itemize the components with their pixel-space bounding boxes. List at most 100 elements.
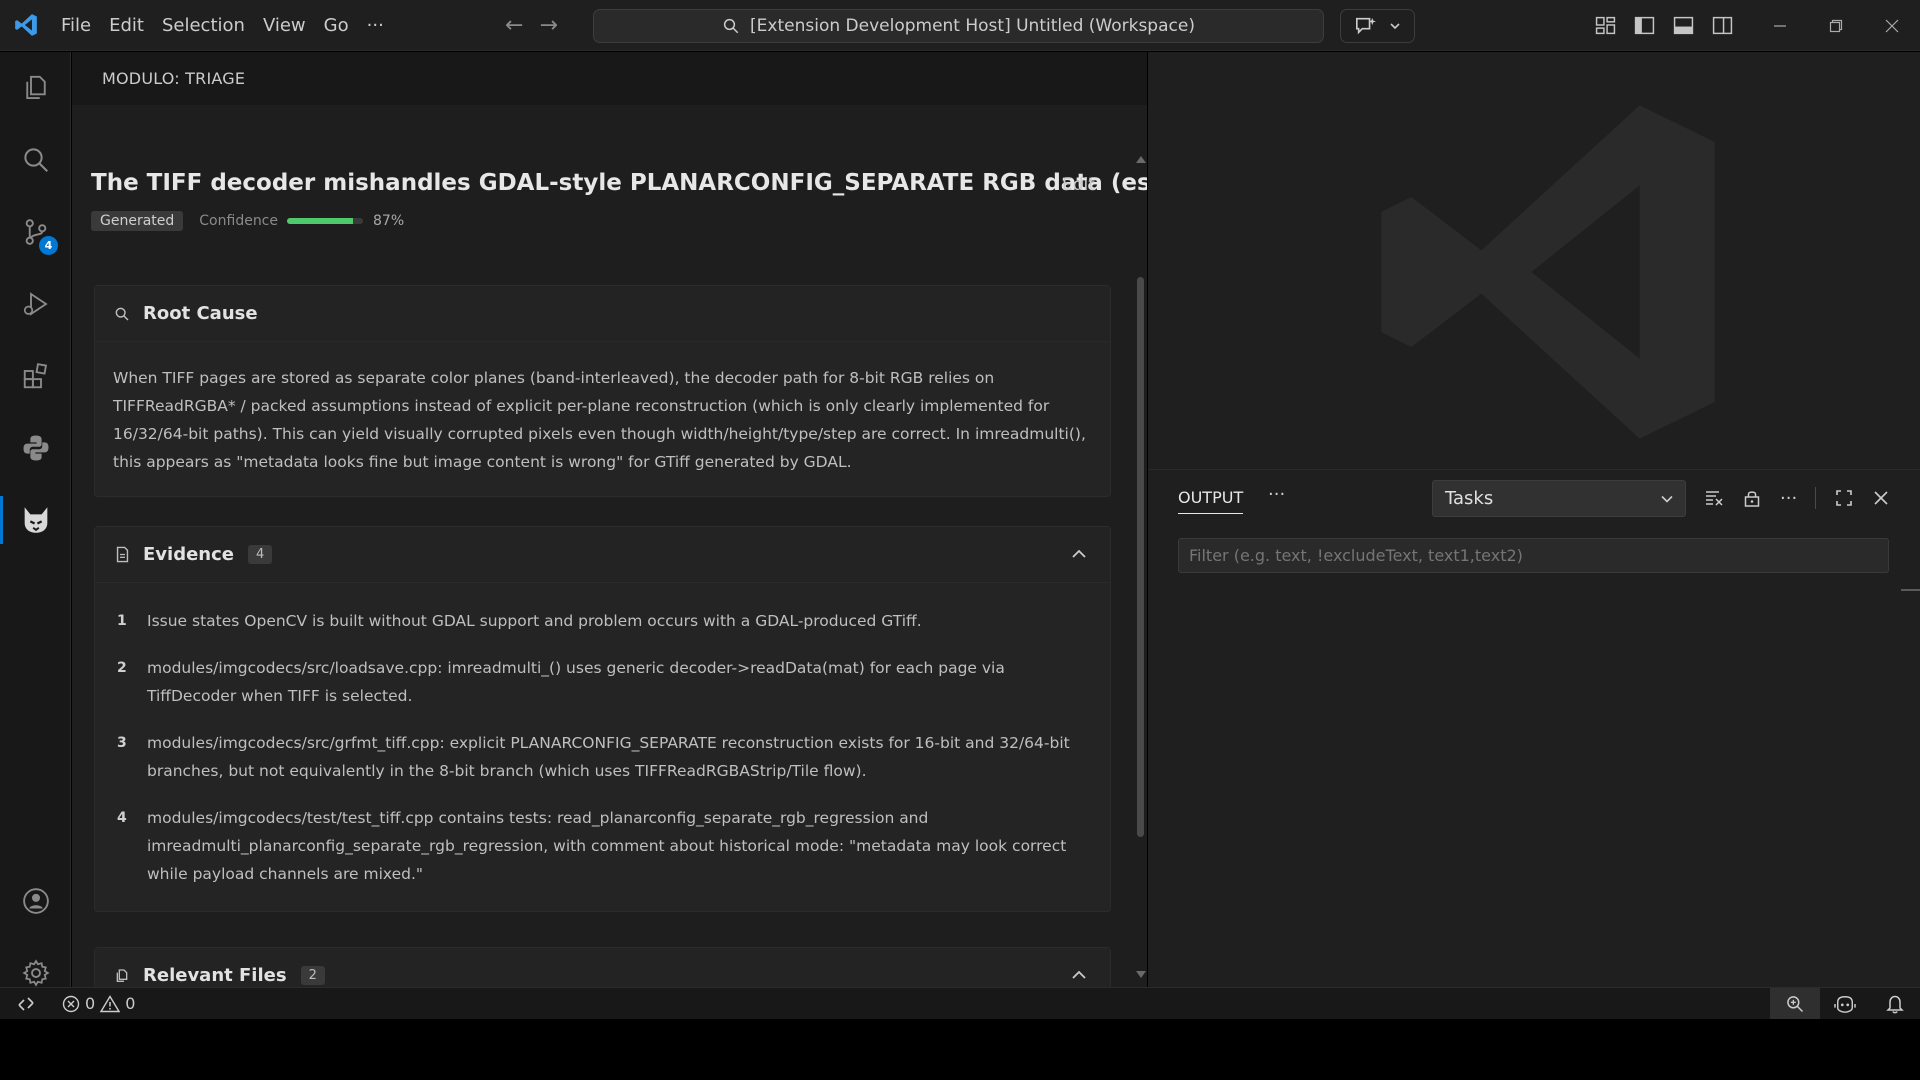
root-cause-text: When TIFF pages are stored as separate c… [113,369,1086,471]
menu-selection[interactable]: Selection [153,0,254,51]
maximize-panel-icon[interactable] [1834,488,1854,508]
warning-icon [100,994,121,1012]
relevant-files-title: Relevant Files [143,965,287,986]
title-bar: File Edit Selection View Go ··· ← → [Ext… [0,0,1920,51]
chat-button[interactable] [1340,9,1415,43]
root-cause-title: Root Cause [143,303,258,324]
issue-title: The TIFF decoder mishandles GDAL-style P… [91,170,1147,196]
search-icon [723,18,739,34]
window-controls [1752,0,1920,51]
clear-output-icon[interactable] [1704,488,1724,508]
output-filter-input[interactable] [1178,538,1889,573]
root-cause-header: Root Cause [95,286,1110,342]
restore-icon[interactable] [1808,0,1864,51]
edit-button[interactable]: Edit [1062,175,1095,195]
evidence-header[interactable]: Evidence 4 [95,527,1110,583]
output-channel-select[interactable]: Tasks [1432,480,1686,517]
activity-bar: 4 [0,52,71,987]
files-icon [113,967,131,985]
close-panel-icon[interactable] [1872,489,1890,507]
triage-webview-panel: MODULO: TRIAGE The TIFF decoder mishandl… [72,52,1147,987]
source-control-badge: 4 [39,236,58,255]
output-actions: ··· [1704,480,1890,516]
output-panel: OUTPUT ··· Tasks ··· [1148,469,1920,987]
close-window-icon[interactable] [1864,0,1920,51]
menu-file[interactable]: File [52,0,100,51]
panel-scrollbar[interactable] [1134,105,1147,987]
output-channel-value: Tasks [1445,488,1494,509]
warning-count: 0 [125,994,136,1013]
screen-letterbox [0,1019,1920,1080]
python-icon[interactable] [0,418,71,478]
run-debug-icon[interactable] [0,274,71,334]
vscode-watermark-icon [1381,105,1715,439]
toggle-secondary-sidebar-icon[interactable] [1712,15,1733,36]
command-center[interactable]: [Extension Development Host] Untitled (W… [593,9,1324,43]
menu-bar: File Edit Selection View Go ··· [52,0,393,51]
output-more-button[interactable]: ··· [1268,484,1285,505]
command-center-label: [Extension Development Host] Untitled (W… [750,16,1195,36]
menu-edit[interactable]: Edit [100,0,153,51]
error-icon [62,995,80,1012]
evidence-card: Evidence 4 1 Issue states OpenCV is built… [94,526,1111,912]
list-item: 3 modules/imgcodecs/src/grfmt_tiff.cpp: e… [117,734,1070,780]
evidence-list: 1 Issue states OpenCV is built without GD… [95,583,1110,911]
error-count: 0 [85,994,96,1013]
root-cause-card: Root Cause When TIFF pages are stored as… [94,285,1111,497]
copilot-icon[interactable] [1820,988,1870,1020]
search-icon[interactable] [0,130,71,190]
status-right [1770,988,1920,1020]
chevron-up-icon[interactable] [1070,545,1088,567]
problems-indicator[interactable]: 0 0 [62,994,135,1013]
generated-tag: Generated [91,211,184,231]
relevant-files-header[interactable]: Relevant Files 2 [95,948,1110,987]
navigation-arrows: ← → [505,0,558,51]
toggle-primary-sidebar-icon[interactable] [1634,15,1655,36]
evidence-count-badge: 4 [247,545,273,564]
menu-view[interactable]: View [254,0,315,51]
accounts-icon[interactable] [0,871,71,931]
menu-more[interactable]: ··· [358,0,393,51]
remote-indicator-icon[interactable] [0,988,52,1020]
chat-sparkle-icon [1356,17,1376,35]
chevron-up-icon[interactable] [1070,966,1088,987]
forward-arrow-icon[interactable]: → [539,13,557,38]
status-bar: 0 0 [0,987,1920,1020]
confidence-label: Confidence [199,213,278,229]
list-item: 2 modules/imgcodecs/src/loadsave.cpp: imr… [117,659,1005,705]
panel-header: MODULO: TRIAGE [72,52,1147,105]
back-arrow-icon[interactable]: ← [505,13,523,38]
confidence-bar [287,218,363,224]
divider [1815,487,1817,509]
lock-icon[interactable] [1742,488,1762,508]
explorer-icon[interactable] [0,58,71,118]
chevron-down-icon [1390,23,1400,30]
extensions-icon[interactable] [0,346,71,406]
document-icon [113,546,131,564]
editor-watermark [1148,52,1920,469]
chevron-down-icon [1661,495,1673,503]
list-item: 1 Issue states OpenCV is built without GD… [117,612,922,630]
minimize-icon[interactable] [1752,0,1808,51]
vscode-logo-icon[interactable] [0,0,52,51]
menu-go[interactable]: Go [315,0,358,51]
confidence-bar-fill [287,218,354,224]
more-actions-icon[interactable]: ··· [1780,488,1797,509]
relevant-files-count-badge: 2 [300,966,325,985]
confidence-percent: 87% [373,213,405,229]
source-control-icon[interactable]: 4 [0,202,71,262]
relevant-files-card: Relevant Files 2 [94,947,1111,987]
modulo-triage-icon[interactable] [0,490,71,550]
output-scroll-indicator [1901,589,1920,591]
meta-row: Generated Confidence 87% [91,211,404,231]
list-item: 4 modules/imgcodecs/test/test_tiff.cpp co… [117,809,1067,883]
zoom-icon[interactable] [1770,988,1820,1020]
triage-content: The TIFF decoder mishandles GDAL-style P… [72,105,1147,987]
scroll-thumb[interactable] [1137,277,1144,837]
notifications-bell-icon[interactable] [1870,988,1920,1020]
evidence-title: Evidence [143,544,234,565]
toggle-panel-icon[interactable] [1673,15,1694,36]
customize-layout-icon[interactable] [1595,15,1616,36]
tab-output[interactable]: OUTPUT [1178,488,1244,514]
search-icon [113,305,131,323]
